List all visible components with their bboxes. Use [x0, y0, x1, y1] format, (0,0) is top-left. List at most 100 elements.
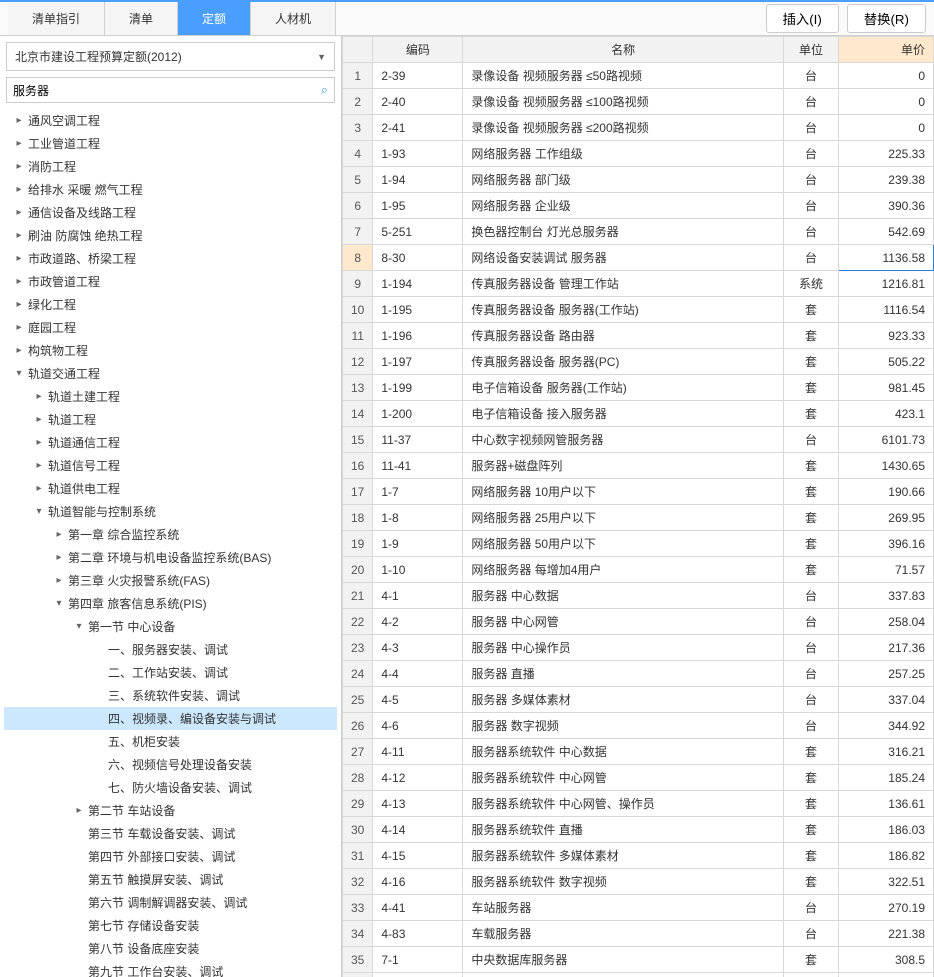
tree-item[interactable]: ▸轨道土建工程 [4, 385, 337, 408]
cell-code[interactable]: 1-94 [373, 167, 463, 193]
header-price[interactable]: 单价 [839, 37, 934, 63]
table-row[interactable]: 32-41录像设备 视频服务器 ≤200路视频台0 [343, 115, 934, 141]
cell-name[interactable]: 服务器系统软件 中心网管 [463, 765, 784, 791]
cell-price[interactable]: 1136.58 [839, 245, 934, 271]
cell-price[interactable]: 423.1 [839, 401, 934, 427]
cell-price[interactable]: 217.36 [839, 635, 934, 661]
cell-code[interactable]: 2-39 [373, 63, 463, 89]
cell-price[interactable]: 269.95 [839, 505, 934, 531]
tree-item[interactable]: ▸通信设备及线路工程 [4, 201, 337, 224]
cell-code[interactable]: 1-197 [373, 349, 463, 375]
cell-code[interactable]: 1-10 [373, 557, 463, 583]
tree-item[interactable]: ▸市政道路、桥梁工程 [4, 247, 337, 270]
cell-code[interactable]: 4-11 [373, 739, 463, 765]
cell-name[interactable]: 网络服务器 50用户以下 [463, 531, 784, 557]
cell-price[interactable]: 0 [839, 63, 934, 89]
cell-code[interactable]: 1-196 [373, 323, 463, 349]
tree-item[interactable]: ▸构筑物工程 [4, 339, 337, 362]
cell-name[interactable]: 网络服务器 工作组级 [463, 141, 784, 167]
tree-item[interactable]: 第四节 外部接口安装、调试 [4, 845, 337, 868]
cell-name[interactable]: 网络服务器 部门级 [463, 167, 784, 193]
cell-code[interactable]: 5-251 [373, 219, 463, 245]
cell-code[interactable]: 4-16 [373, 869, 463, 895]
tree-item[interactable]: ▾第四章 旅客信息系统(PIS) [4, 592, 337, 615]
cell-price[interactable]: 322.51 [839, 869, 934, 895]
table-row[interactable]: 264-6服务器 数字视频台344.92 [343, 713, 934, 739]
chevron-right-icon[interactable]: ▸ [52, 552, 66, 563]
tree-item[interactable]: ▸市政管道工程 [4, 270, 337, 293]
cell-unit[interactable]: 台 [784, 661, 839, 687]
cell-unit[interactable]: 台 [784, 193, 839, 219]
search-icon[interactable]: ⌕ [321, 82, 328, 98]
tree-item[interactable]: 六、视频信号处理设备安装 [4, 753, 337, 776]
cell-name[interactable]: 服务器系统软件 多媒体素材 [463, 843, 784, 869]
cell-unit[interactable]: 套 [784, 453, 839, 479]
table-row[interactable]: 304-14服务器系统软件 直播套186.03 [343, 817, 934, 843]
cell-code[interactable]: 8-30 [373, 245, 463, 271]
chevron-right-icon[interactable]: ▸ [12, 207, 26, 218]
tree-item[interactable]: ▸第一章 综合监控系统 [4, 523, 337, 546]
tree-item[interactable]: ▸工业管道工程 [4, 132, 337, 155]
cell-price[interactable]: 221.38 [839, 921, 934, 947]
cell-name[interactable]: 录像设备 视频服务器 ≤200路视频 [463, 115, 784, 141]
cell-unit[interactable]: 套 [784, 375, 839, 401]
cell-unit[interactable]: 套 [784, 531, 839, 557]
cell-code[interactable]: 4-12 [373, 765, 463, 791]
cell-price[interactable]: 0 [839, 89, 934, 115]
cell-unit[interactable]: 台 [784, 219, 839, 245]
cell-price[interactable]: 225.33 [839, 141, 934, 167]
chevron-right-icon[interactable]: ▸ [12, 276, 26, 287]
tree-item[interactable]: 第九节 工作台安装、调试 [4, 960, 337, 977]
tree-item[interactable]: ▸刷油 防腐蚀 绝热工程 [4, 224, 337, 247]
cell-code[interactable]: 4-3 [373, 635, 463, 661]
cell-code[interactable]: 1-200 [373, 401, 463, 427]
cell-price[interactable]: 0 [839, 115, 934, 141]
tree-item[interactable]: ▸第二章 环境与机电设备监控系统(BAS) [4, 546, 337, 569]
cell-unit[interactable]: 台 [784, 141, 839, 167]
table-row[interactable]: 131-199电子信箱设备 服务器(工作站)套981.45 [343, 375, 934, 401]
tree-item[interactable]: 第三节 车载设备安装、调试 [4, 822, 337, 845]
cell-name[interactable]: 网络服务器 10用户以下 [463, 479, 784, 505]
cell-unit[interactable]: 套 [784, 765, 839, 791]
table-row[interactable]: 367-2车站售票服务器套261.85 [343, 973, 934, 977]
cell-price[interactable]: 337.04 [839, 687, 934, 713]
table-row[interactable]: 214-1服务器 中心数据台337.83 [343, 583, 934, 609]
cell-price[interactable]: 136.61 [839, 791, 934, 817]
cell-code[interactable]: 1-194 [373, 271, 463, 297]
tree-item[interactable]: 七、防火墙设备安装、调试 [4, 776, 337, 799]
cell-name[interactable]: 车站售票服务器 [463, 973, 784, 977]
cell-name[interactable]: 服务器系统软件 数字视频 [463, 869, 784, 895]
cell-unit[interactable]: 套 [784, 505, 839, 531]
cell-code[interactable]: 1-9 [373, 531, 463, 557]
cell-price[interactable]: 190.66 [839, 479, 934, 505]
table-row[interactable]: 314-15服务器系统软件 多媒体素材套186.82 [343, 843, 934, 869]
chevron-right-icon[interactable]: ▸ [12, 322, 26, 333]
cell-name[interactable]: 传真服务器设备 服务器(工作站) [463, 297, 784, 323]
tree-item[interactable]: ▾轨道交通工程 [4, 362, 337, 385]
table-row[interactable]: 191-9网络服务器 50用户以下套396.16 [343, 531, 934, 557]
table-row[interactable]: 88-30网络设备安装调试 服务器台1136.58 [343, 245, 934, 271]
tree-item[interactable]: 第七节 存储设备安装 [4, 914, 337, 937]
header-code[interactable]: 编码 [373, 37, 463, 63]
tree-item[interactable]: ▸轨道供电工程 [4, 477, 337, 500]
tree-item[interactable]: 四、视频录、编设备安装与调试 [4, 707, 337, 730]
cell-code[interactable]: 7-2 [373, 973, 463, 977]
tree-item[interactable]: ▸庭园工程 [4, 316, 337, 339]
cell-price[interactable]: 337.83 [839, 583, 934, 609]
budget-dropdown[interactable]: 北京市建设工程预算定额(2012) ▼ [6, 42, 335, 71]
tree-item[interactable]: 三、系统软件安装、调试 [4, 684, 337, 707]
cell-unit[interactable]: 套 [784, 973, 839, 977]
cell-name[interactable]: 服务器 中心数据 [463, 583, 784, 609]
chevron-right-icon[interactable]: ▸ [12, 184, 26, 195]
tree-item[interactable]: ▸轨道信号工程 [4, 454, 337, 477]
cell-unit[interactable]: 台 [784, 115, 839, 141]
cell-unit[interactable]: 套 [784, 817, 839, 843]
chevron-right-icon[interactable]: ▸ [32, 414, 46, 425]
cell-code[interactable]: 7-1 [373, 947, 463, 973]
table-row[interactable]: 12-39录像设备 视频服务器 ≤50路视频台0 [343, 63, 934, 89]
cell-unit[interactable]: 套 [784, 401, 839, 427]
cell-price[interactable]: 981.45 [839, 375, 934, 401]
cell-price[interactable]: 71.57 [839, 557, 934, 583]
cell-name[interactable]: 录像设备 视频服务器 ≤50路视频 [463, 63, 784, 89]
cell-price[interactable]: 390.36 [839, 193, 934, 219]
